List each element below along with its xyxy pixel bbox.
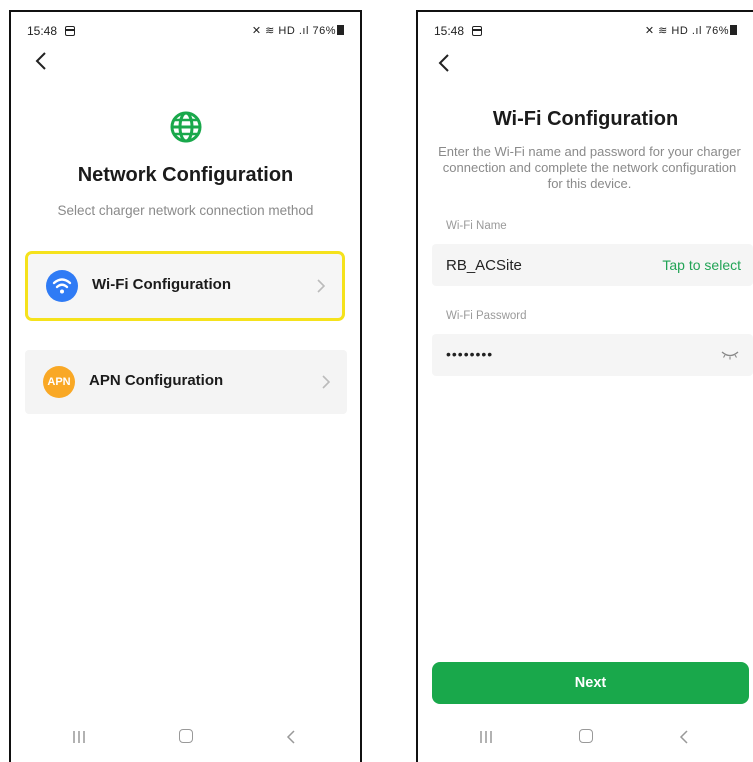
signal-text: HD .ıl <box>671 25 702 37</box>
apn-configuration-option[interactable]: APN APN Configuration <box>25 350 347 414</box>
page-description: Enter the Wi-Fi name and password for yo… <box>438 144 741 191</box>
wifi-icon <box>46 270 78 302</box>
recents-icon[interactable] <box>71 730 87 744</box>
wifi-password-field[interactable]: •••••••• <box>432 334 753 376</box>
chevron-left-icon <box>35 52 46 70</box>
wifi-password-label: Wi-Fi Password <box>446 310 527 322</box>
wifi-name-label: Wi-Fi Name <box>446 220 507 232</box>
chevron-left-icon <box>438 54 449 72</box>
battery-text: 76% <box>312 25 336 37</box>
mute-icon: ✕ <box>251 25 262 37</box>
home-icon[interactable] <box>178 729 193 743</box>
page-title: Network Configuration <box>77 164 294 186</box>
wifi-password-value: •••••••• <box>446 346 494 362</box>
wifi-configuration-option[interactable]: Wi-Fi Configuration <box>25 251 345 321</box>
apn-icon: APN <box>43 366 75 398</box>
battery-icon <box>337 25 344 35</box>
back-button[interactable] <box>434 52 456 74</box>
battery-icon <box>730 25 737 35</box>
status-icons: ✕ ≋ HD .ıl 76% <box>252 24 344 37</box>
nav-back-icon[interactable] <box>679 729 689 745</box>
system-nav-bar <box>418 726 753 750</box>
nav-back-icon[interactable] <box>286 729 296 745</box>
chevron-right-icon <box>322 375 331 389</box>
status-bar: 15:48 ✕ ≋ HD .ıl 76% <box>434 24 737 40</box>
calendar-notification-icon <box>65 26 75 36</box>
phone-screen-network-configuration: 15:48 ✕ ≋ HD .ıl 76% Network Configurati… <box>9 10 362 762</box>
globe-icon <box>169 110 203 144</box>
page-subtitle: Select charger network connection method <box>57 203 314 218</box>
eye-closed-icon[interactable] <box>721 350 739 360</box>
page-title: Wi-Fi Configuration <box>492 108 679 130</box>
status-icons: ✕ ≋ HD .ıl 76% <box>645 24 737 37</box>
recents-icon[interactable] <box>478 730 494 744</box>
wifi-call-icon: ≋ <box>265 25 275 37</box>
wifi-call-icon: ≋ <box>658 25 668 37</box>
status-time: 15:48 <box>434 24 465 38</box>
home-icon[interactable] <box>578 729 593 743</box>
apn-configuration-label: APN Configuration <box>89 372 224 389</box>
wifi-name-value: RB_ACSite <box>446 257 522 274</box>
chevron-right-icon <box>317 279 326 293</box>
phone-screen-wifi-configuration: 15:48 ✕ ≋ HD .ıl 76% Wi-Fi Configuration… <box>416 10 753 762</box>
system-nav-bar <box>11 726 360 750</box>
tap-to-select-link[interactable]: Tap to select <box>662 257 741 273</box>
battery-text: 76% <box>705 25 729 37</box>
status-bar: 15:48 ✕ ≋ HD .ıl 76% <box>27 24 344 40</box>
next-button[interactable]: Next <box>432 662 749 704</box>
status-time: 15:48 <box>27 24 58 38</box>
wifi-name-field[interactable]: RB_ACSite Tap to select <box>432 244 753 286</box>
mute-icon: ✕ <box>644 25 655 37</box>
back-button[interactable] <box>31 50 53 72</box>
signal-text: HD .ıl <box>278 25 309 37</box>
calendar-notification-icon <box>472 26 482 36</box>
wifi-configuration-label: Wi-Fi Configuration <box>92 276 231 293</box>
